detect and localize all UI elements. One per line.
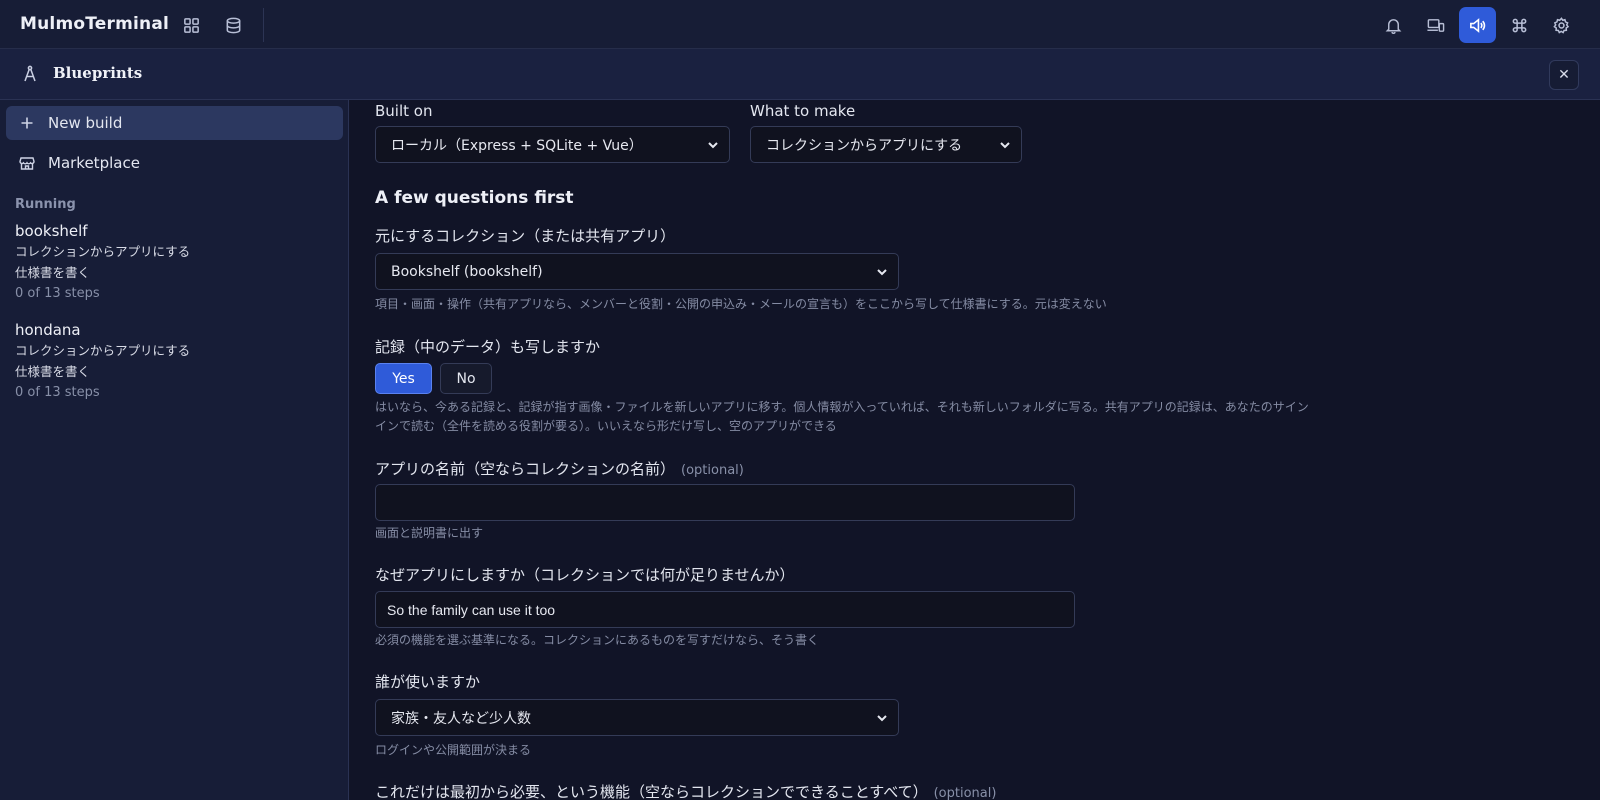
running-section-label: Running (15, 197, 76, 212)
top-right-icons (1375, 7, 1580, 43)
why-app-input[interactable]: So the family can use it too (375, 591, 1075, 628)
bell-icon[interactable] (1375, 7, 1412, 43)
source-collection-select[interactable]: Bookshelf (bookshelf) (375, 253, 899, 290)
required-features-label: これだけは最初から必要、という機能（空ならコレクションでできることすべて） (op… (375, 781, 996, 800)
running-item-step: 仕様書を書く (15, 265, 91, 280)
why-app-hint: 必須の機能を選ぶ基準になる。コレクションにあるものを写すだけなら、そう書く (375, 633, 820, 647)
close-button[interactable]: ✕ (1549, 60, 1579, 90)
top-divider (263, 8, 264, 42)
optional-tag: (optional) (681, 463, 744, 478)
app-name-hint: 画面と説明書に出す (375, 526, 484, 540)
optional-tag: (optional) (933, 786, 997, 800)
who-uses-value: 家族・友人など少人数 (391, 710, 531, 727)
source-collection-value: Bookshelf (bookshelf) (391, 263, 543, 280)
chevron-down-icon (1000, 142, 1010, 149)
running-item-name: hondana (15, 321, 81, 339)
copy-yes-button[interactable]: Yes (375, 363, 432, 394)
running-item-progress: 0 of 13 steps (15, 385, 100, 400)
built-on-select[interactable]: ローカル（Express + SQLite + Vue） (375, 126, 730, 163)
source-collection-label: 元にするコレクション（または共有アプリ） (375, 227, 676, 245)
devices-icon[interactable] (1417, 7, 1454, 43)
sidebar-item-marketplace[interactable]: Marketplace (6, 146, 343, 180)
running-item-step: 仕様書を書く (15, 364, 91, 379)
who-uses-label: 誰が使いますか (375, 673, 481, 691)
grid-icon[interactable] (175, 9, 207, 41)
what-to-make-select[interactable]: コレクションからアプリにする (750, 126, 1022, 163)
copy-no-button[interactable]: No (440, 363, 492, 394)
running-item-hondana[interactable]: hondana コレクションからアプリにする 仕様書を書く 0 of 13 st… (15, 320, 335, 403)
chevron-down-icon (708, 142, 718, 149)
built-on-label: Built on (375, 102, 433, 120)
running-item-kind: コレクションからアプリにする (15, 244, 191, 259)
speaker-icon[interactable] (1459, 7, 1496, 43)
top-bar: MulmoTerminal (0, 0, 1600, 49)
copy-records-label: 記録（中のデータ）も写しますか (375, 338, 601, 356)
database-icon[interactable] (217, 9, 249, 41)
questions-heading: A few questions first (375, 188, 574, 208)
built-on-value: ローカル（Express + SQLite + Vue） (391, 137, 643, 154)
plus-icon (18, 114, 36, 132)
sidebar: New build Marketplace Running bookshelf … (0, 100, 349, 800)
what-to-make-value: コレクションからアプリにする (766, 137, 963, 154)
running-item-bookshelf[interactable]: bookshelf コレクションからアプリにする 仕様書を書く 0 of 13 … (15, 221, 335, 304)
close-icon: ✕ (1558, 67, 1570, 83)
who-uses-select[interactable]: 家族・友人など少人数 (375, 699, 899, 736)
command-icon[interactable] (1501, 7, 1538, 43)
chevron-down-icon (877, 715, 887, 722)
app-name-label-text: アプリの名前（空ならコレクションの名前） (375, 460, 676, 478)
page-title: Blueprints (53, 64, 143, 82)
new-build-button[interactable]: New build (6, 106, 343, 140)
marketplace-label: Marketplace (48, 154, 140, 172)
app-name-input[interactable] (375, 484, 1075, 521)
running-item-name: bookshelf (15, 222, 88, 240)
why-app-label: なぜアプリにしますか（コレクションでは何が足りませんか） (375, 566, 795, 584)
build-form: Built on ローカル（Express + SQLite + Vue） Wh… (350, 100, 1600, 800)
new-build-label: New build (48, 114, 123, 132)
store-icon (18, 154, 36, 172)
gear-icon[interactable] (1543, 7, 1580, 43)
app-title: MulmoTerminal (20, 14, 170, 34)
compass-icon (20, 64, 40, 84)
running-item-kind: コレクションからアプリにする (15, 343, 191, 358)
blueprints-header: Blueprints ✕ (0, 49, 1600, 100)
chevron-down-icon (877, 269, 887, 276)
copy-records-hint: はいなら、今ある記録と、記録が指す画像・ファイルを新しいアプリに移す。個人情報が… (375, 400, 1309, 433)
who-uses-hint: ログインや公開範囲が決まる (375, 743, 532, 757)
required-features-label-text: これだけは最初から必要、という機能（空ならコレクションでできることすべて） (375, 783, 928, 800)
what-to-make-label: What to make (750, 102, 856, 120)
source-collection-hint: 項目・画面・操作（共有アプリなら、メンバーと役割・公開の申込み・メールの宣言も）… (375, 297, 1107, 311)
running-item-progress: 0 of 13 steps (15, 286, 100, 301)
app-name-label: アプリの名前（空ならコレクションの名前） (optional) (375, 458, 744, 479)
